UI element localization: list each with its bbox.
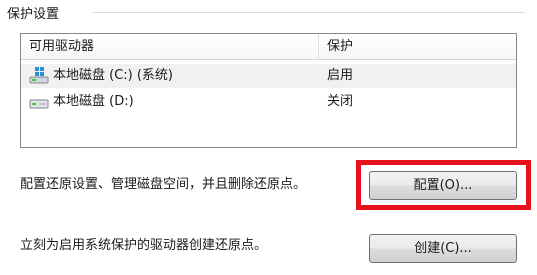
drive-list[interactable]: 可用驱动器 保护 本地磁盘 (C:) (系统) 启用 本地磁盘 (D:) 关闭 xyxy=(20,33,517,148)
group-divider xyxy=(92,12,525,13)
drive-protection-status: 关闭 xyxy=(327,94,354,109)
create-button[interactable]: 创建(C)... xyxy=(369,234,517,263)
configure-description: 配置还原设置、管理磁盘空间，并且删除还原点。 xyxy=(20,177,307,192)
local-drive-icon xyxy=(29,93,49,111)
drive-row-d[interactable]: 本地磁盘 (D:) 关闭 xyxy=(21,90,516,114)
column-header-available-drives[interactable]: 可用驱动器 xyxy=(21,34,319,60)
list-header: 可用驱动器 保护 xyxy=(21,34,516,60)
drive-row-c[interactable]: 本地磁盘 (C:) (系统) 启用 xyxy=(21,64,516,88)
protection-settings-title: 保护设置 xyxy=(7,3,66,22)
system-drive-icon xyxy=(29,67,49,85)
drive-name-cell: 本地磁盘 (C:) (系统) xyxy=(29,64,173,88)
drive-name-label: 本地磁盘 (D:) xyxy=(53,94,134,109)
drive-name-label: 本地磁盘 (C:) (系统) xyxy=(53,68,174,83)
column-header-protection[interactable]: 保护 xyxy=(319,34,516,60)
configure-button[interactable]: 配置(O)... xyxy=(369,171,517,200)
drive-name-cell: 本地磁盘 (D:) xyxy=(29,90,134,114)
create-description: 立刻为启用系统保护的驱动器创建还原点。 xyxy=(20,238,268,253)
drive-protection-status: 启用 xyxy=(327,68,354,83)
system-protection-panel: 保护设置 可用驱动器 保护 本地磁盘 (C:) (系统) 启用 本地磁盘 (D:… xyxy=(0,0,537,275)
